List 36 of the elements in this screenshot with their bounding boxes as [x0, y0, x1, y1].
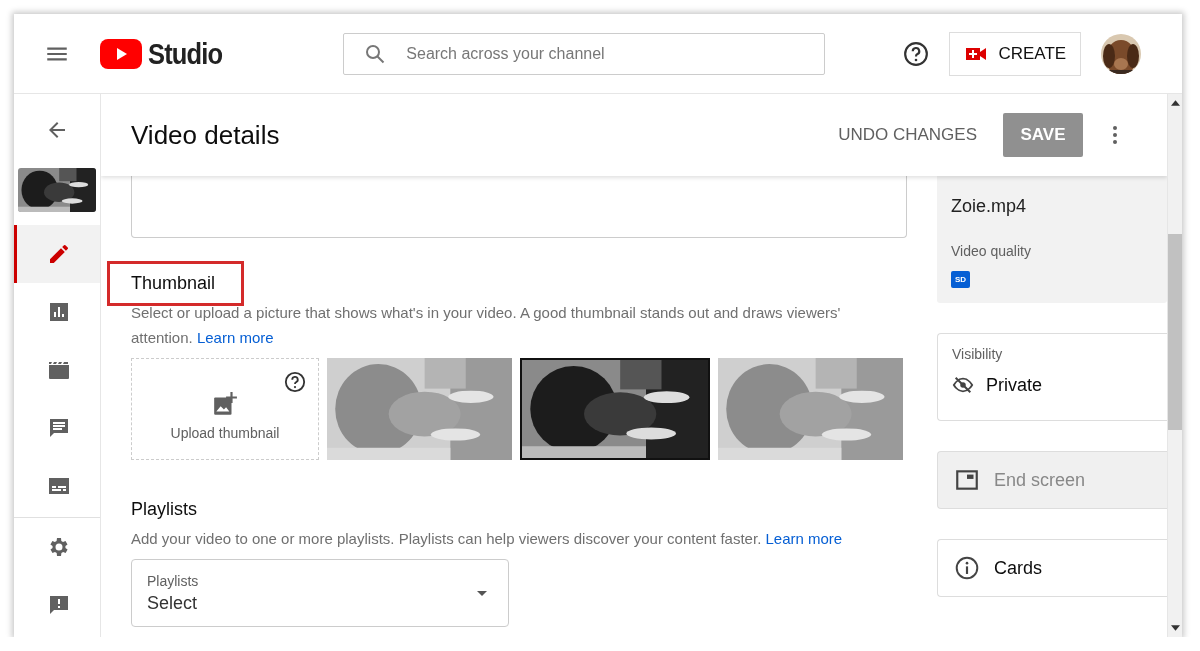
playlists-dropdown[interactable]: Playlists Select [131, 559, 509, 627]
search-field[interactable]: Search across your channel [343, 32, 826, 75]
visibility-label: Visibility [952, 346, 1004, 362]
playlists-description: Add your video to one or more playlists. Playlists can help viewers discover your content faster. Learn more [131, 529, 844, 549]
scrollbar[interactable] [1167, 94, 1182, 637]
add-image-icon [212, 391, 238, 417]
brand-name: Studio [148, 36, 223, 71]
create-button[interactable]: CREATE [949, 31, 1082, 76]
page-title: Video details [131, 119, 281, 151]
learn-more-link[interactable]: Learn more [765, 530, 843, 547]
learn-more-link[interactable]: Learn more [196, 329, 274, 346]
section-title: Playlists [131, 498, 198, 520]
field-label: Playlists [147, 572, 200, 589]
undo-button[interactable]: UNDO CHANGES [832, 124, 983, 146]
filename: Zoie.mp4 [951, 196, 1028, 217]
scroll-down-icon[interactable] [1170, 625, 1180, 631]
section-title: Thumbnail [131, 272, 216, 294]
help-icon[interactable] [903, 40, 930, 67]
eye-off-icon [952, 374, 974, 396]
scrollbar-thumb[interactable] [1168, 234, 1182, 430]
scroll-up-icon[interactable] [1170, 100, 1180, 106]
play-logo-icon[interactable] [100, 38, 142, 69]
end-screen-icon [954, 467, 980, 493]
upload-thumbnail-tile[interactable]: Upload thumbnail [131, 358, 319, 460]
caret-icon [477, 590, 487, 596]
nav-item[interactable] [14, 225, 100, 283]
quality-badge: SD [951, 271, 971, 288]
field-value: Select [147, 592, 199, 614]
visibility-value: Private [986, 374, 1043, 396]
side-action-button[interactable]: Cards [937, 539, 1167, 597]
info-icon [954, 555, 980, 581]
quality-label: Video quality [951, 243, 1032, 259]
thumbnail-description: Select or upload a picture that shows what's in your video. A good thumbnail stands out and draws viewers' attention. Learn more [131, 303, 842, 348]
description-field[interactable] [131, 176, 907, 238]
help-icon[interactable] [284, 371, 306, 393]
upload-label: Upload thumbnail [170, 425, 280, 441]
